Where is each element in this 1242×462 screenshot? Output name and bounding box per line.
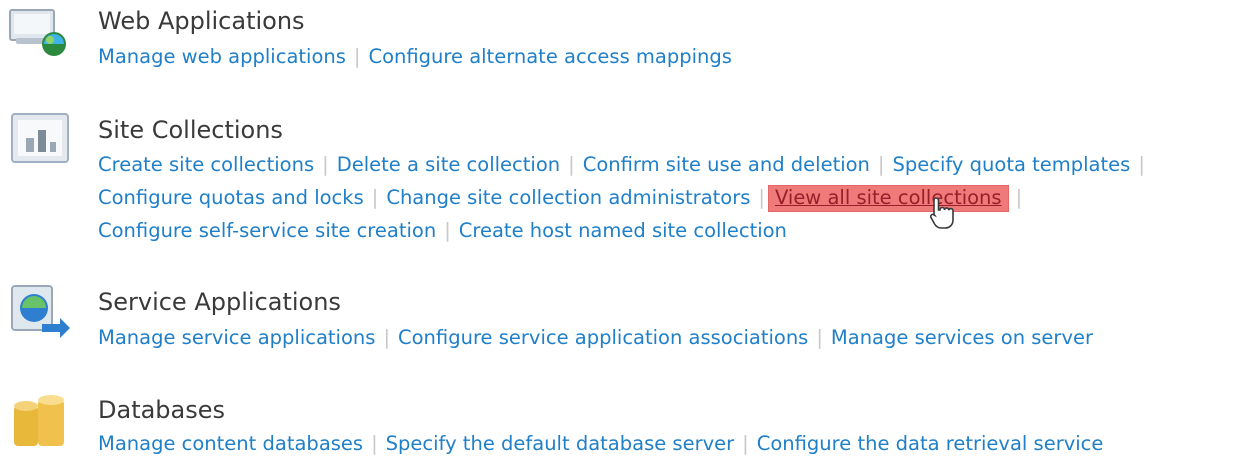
databases-icon[interactable] (8, 392, 72, 450)
confirm-site-use-link[interactable]: Confirm site use and deletion (583, 153, 870, 176)
link-list: Manage web applications | Configure altern… (98, 42, 732, 75)
separator: | (353, 45, 361, 68)
configure-data-retrieval-service-link[interactable]: Configure the data retrieval service (757, 432, 1104, 455)
view-all-site-collections-link[interactable]: View all site collections (768, 186, 1008, 211)
link-list: Manage service applications | Configure se… (98, 323, 1093, 356)
create-host-named-site-collection-link[interactable]: Create host named site collection (459, 219, 787, 242)
site-collections-icon[interactable] (8, 110, 72, 168)
link-line: Manage web applications | Configure altern… (98, 42, 732, 75)
link-line: Manage service applications | Configure se… (98, 323, 1093, 356)
manage-services-on-server-link[interactable]: Manage services on server (831, 326, 1093, 349)
configure-self-service-site-creation-link[interactable]: Configure self-service site creation (98, 219, 436, 242)
separator: | (568, 153, 575, 176)
hand-cursor-icon (929, 197, 954, 229)
configure-service-application-associations-link[interactable]: Configure service application associatio… (398, 326, 808, 349)
separator: | (1015, 186, 1023, 209)
section-title: Databases (98, 396, 226, 424)
link-line: Configure self-service site creation | Cre… (98, 216, 1153, 249)
separator: | (383, 326, 391, 349)
specify-quota-templates-link[interactable]: Specify quota templates (893, 153, 1131, 176)
link-list: Manage content databases | Specify the def… (98, 429, 1103, 462)
section-title: Site Collections (98, 116, 283, 144)
service-applications-icon[interactable] (8, 282, 72, 340)
link-list: Create site collections | Delete a site co… (98, 150, 1153, 249)
specify-default-database-server-link[interactable]: Specify the default database server (386, 432, 735, 455)
delete-site-collection-link[interactable]: Delete a site collection (337, 153, 560, 176)
manage-content-databases-link[interactable]: Manage content databases (98, 432, 363, 455)
section-title: Service Applications (98, 288, 341, 316)
separator: | (322, 153, 329, 176)
configure-alternate-access-mappings-link[interactable]: Configure alternate access mappings (368, 45, 731, 68)
separator: | (1138, 153, 1145, 176)
separator: | (742, 432, 749, 455)
link-line: Manage content databases | Specify the def… (98, 429, 1103, 462)
separator: | (877, 153, 885, 176)
web-applications-icon[interactable] (8, 4, 72, 62)
separator: | (816, 326, 823, 349)
manage-web-applications-link[interactable]: Manage web applications (98, 45, 346, 68)
configure-quotas-and-locks-link[interactable]: Configure quotas and locks (98, 186, 364, 209)
create-site-collections-link[interactable]: Create site collections (98, 153, 314, 176)
section-title: Web Applications (98, 7, 305, 35)
separator: | (444, 219, 451, 242)
manage-service-applications-link[interactable]: Manage service applications (98, 326, 375, 349)
link-line: Configure quotas and locks | Change site c… (98, 183, 1153, 216)
change-site-collection-administrators-link[interactable]: Change site collection administrators (386, 186, 750, 209)
separator: | (758, 186, 765, 209)
separator: | (371, 186, 379, 209)
link-line: Create site collections | Delete a site co… (98, 150, 1153, 183)
separator: | (371, 432, 378, 455)
